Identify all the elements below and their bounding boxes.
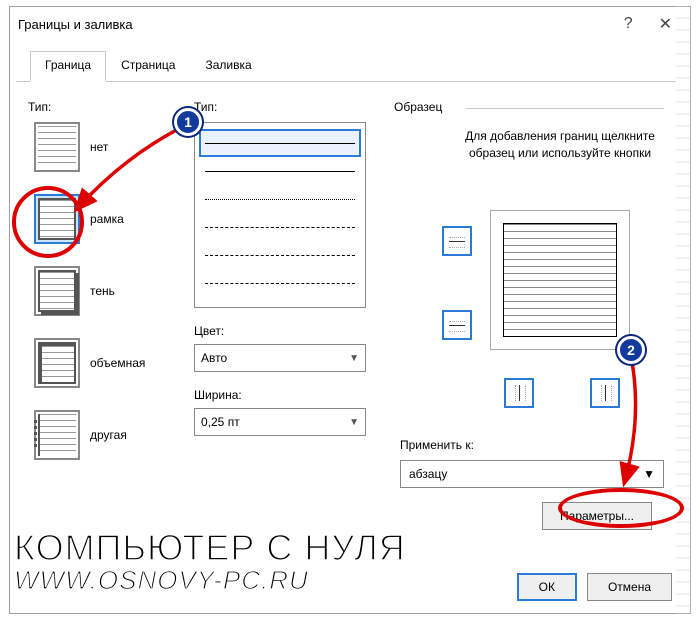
help-icon[interactable]: ? [624,15,633,33]
style-column: Тип: Цвет: Авто ▼ Ширина: 0,25 пт ▼ [194,100,386,554]
chevron-down-icon: ▼ [643,467,655,481]
type-3d-label: объемная [90,356,145,370]
preview-box[interactable] [490,210,630,350]
type-none-label: нет [90,140,108,154]
window-controls: ? ✕ [624,14,682,34]
borders-shading-dialog: Границы и заливка ? ✕ Граница Страница З… [9,6,691,614]
title-bar: Границы и заливка ? ✕ [10,7,690,41]
chevron-down-icon: ▼ [349,353,359,364]
chevron-down-icon: ▼ [349,417,359,428]
dialog-title: Границы и заливка [18,17,133,32]
width-combo[interactable]: 0,25 пт ▼ [194,408,366,436]
tab-page[interactable]: Страница [106,51,190,81]
type-box-swatch [34,194,80,244]
sample-column: Образец Для добавления границ щелкните о… [394,100,672,554]
annotation-badge-1: 1 [174,108,202,136]
type-column: Тип: нет рамка тень объемная [28,100,186,554]
line-style-solid[interactable] [199,129,361,157]
apply-to-combo[interactable]: абзацу ▼ [400,460,664,488]
sample-divider [466,108,664,109]
ok-button[interactable]: ОК [517,573,577,601]
line-style-dash[interactable] [199,213,361,241]
type-box-label: рамка [90,212,124,226]
type-3d-swatch [34,338,80,388]
type-shadow[interactable]: тень [34,266,186,316]
border-top-toggle[interactable] [442,226,472,256]
sample-hint: Для добавления границ щелкните образец и… [450,128,670,162]
border-right-toggle[interactable] [590,378,620,408]
width-value: 0,25 пт [201,415,240,429]
line-style-list[interactable] [194,122,366,308]
dialog-footer: ОК Отмена [517,573,672,601]
close-icon[interactable]: ✕ [659,14,672,34]
style-label: Тип: [194,100,386,114]
apply-to-value: абзацу [409,467,447,481]
type-custom-swatch [34,410,80,460]
color-value: Авто [201,351,227,365]
dialog-content: Тип: нет рамка тень объемная [10,82,690,554]
cancel-button[interactable]: Отмена [587,573,672,601]
line-style-longdash[interactable] [199,241,361,269]
border-bottom-toggle[interactable] [442,310,472,340]
type-custom-label: другая [90,428,127,442]
type-none[interactable]: нет [34,122,186,172]
border-left-toggle[interactable] [504,378,534,408]
type-shadow-label: тень [90,284,115,298]
type-shadow-swatch [34,266,80,316]
type-custom[interactable]: другая [34,410,186,460]
color-combo[interactable]: Авто ▼ [194,344,366,372]
tab-fill[interactable]: Заливка [190,51,266,81]
torn-edge-decoration [676,7,690,613]
apply-to-label: Применить к: [400,438,474,452]
type-box[interactable]: рамка [34,194,186,244]
line-style-dashdot[interactable] [199,269,361,297]
line-style-thin[interactable] [199,157,361,185]
width-label: Ширина: [194,388,386,402]
annotation-badge-2: 2 [617,336,645,364]
tab-strip: Граница Страница Заливка [16,41,684,82]
sample-label: Образец [394,100,442,114]
type-list: нет рамка тень объемная другая [28,122,186,460]
preview-inner [503,223,617,337]
tab-border[interactable]: Граница [30,51,106,82]
options-button-label: Параметры... [560,509,634,523]
type-3d[interactable]: объемная [34,338,186,388]
type-none-swatch [34,122,80,172]
options-button[interactable]: Параметры... [542,502,652,530]
color-label: Цвет: [194,324,386,338]
type-label: Тип: [28,100,186,114]
line-style-dot[interactable] [199,185,361,213]
